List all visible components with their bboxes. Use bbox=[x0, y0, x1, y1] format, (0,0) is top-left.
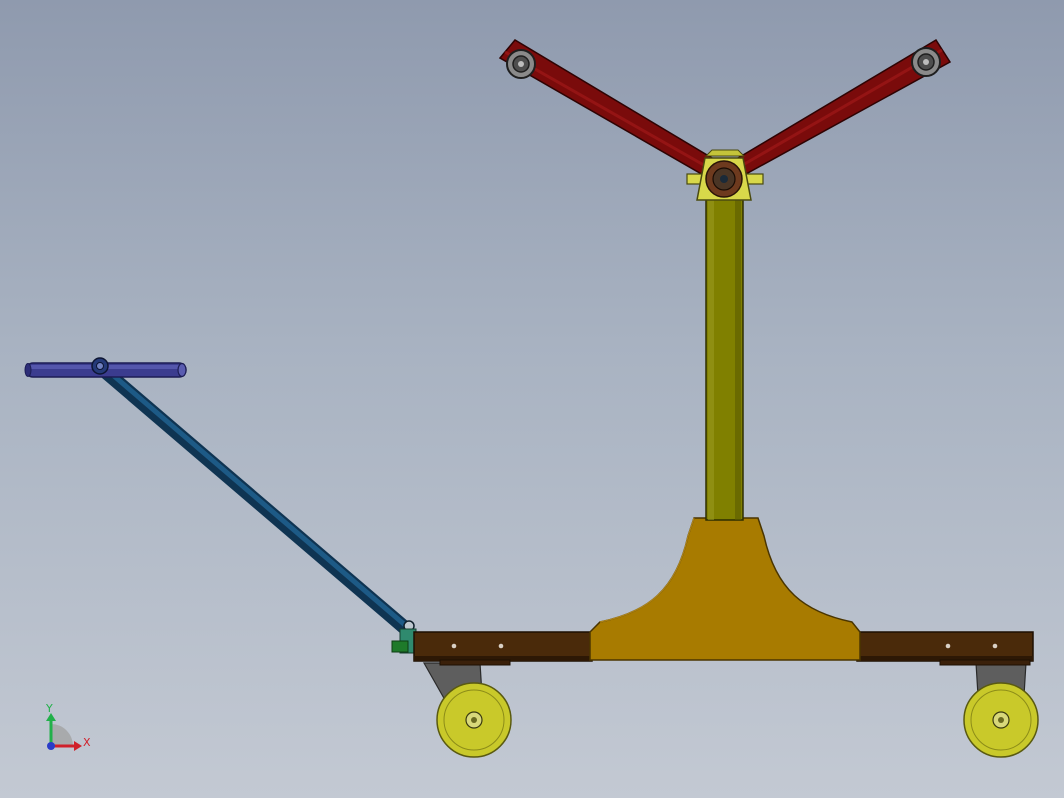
y-axis-label: Y bbox=[45, 702, 53, 715]
handle-rod-highlight bbox=[97, 361, 408, 628]
cad-viewport[interactable]: X Y bbox=[0, 0, 1064, 798]
caster-left[interactable] bbox=[422, 662, 512, 758]
triad-quadrant bbox=[51, 724, 73, 746]
trolley-model: X Y bbox=[24, 38, 1039, 758]
x-axis-label: X bbox=[83, 736, 91, 749]
hinge-plate bbox=[391, 640, 409, 653]
bolt-hole bbox=[945, 643, 951, 649]
caster-plate-left bbox=[439, 659, 511, 666]
caster-plate-right bbox=[939, 659, 1031, 666]
z-axis-dot bbox=[47, 742, 55, 750]
bolt-hole bbox=[498, 643, 504, 649]
grip-end-cap bbox=[177, 362, 187, 378]
caster-right[interactable] bbox=[963, 662, 1039, 758]
bolt-hole bbox=[992, 643, 998, 649]
support-column[interactable] bbox=[705, 197, 744, 521]
v-arm-left[interactable] bbox=[498, 39, 713, 178]
orientation-triad[interactable]: X Y bbox=[45, 702, 91, 751]
column-base-gusset[interactable] bbox=[589, 517, 861, 661]
grip-end-cap-left bbox=[24, 363, 32, 377]
bolt-hole bbox=[451, 643, 457, 649]
tow-handle[interactable] bbox=[24, 357, 417, 654]
v-arm-right[interactable] bbox=[737, 38, 952, 176]
